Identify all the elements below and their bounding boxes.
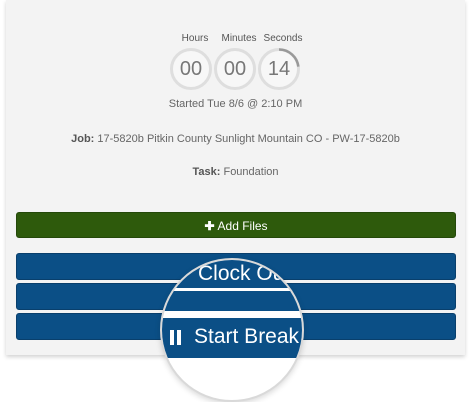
plus-icon: ✚ <box>204 219 215 233</box>
minutes-label: Minutes <box>221 33 257 44</box>
job-label: Job: <box>71 133 95 145</box>
magnified-divider <box>162 311 302 318</box>
magnified-clock-out-icon: ▪ <box>164 258 172 281</box>
magnifier-lens: ▪ Clock Ou Start Break <box>160 258 304 402</box>
magnified-middle-button[interactable] <box>162 291 302 311</box>
seconds-progress-arc <box>258 48 300 90</box>
job-line: Job: 17-5820b Pitkin County Sunlight Mou… <box>6 133 465 145</box>
started-time: Started Tue 8/6 @ 2:10 PM <box>168 98 303 110</box>
add-files-button[interactable]: ✚ Add Files <box>16 212 456 238</box>
task-label: Task: <box>192 166 221 178</box>
magnified-clock-out-button[interactable]: ▪ Clock Ou <box>162 260 302 288</box>
minutes-value: 00 <box>223 58 247 80</box>
task-value: Foundation <box>223 166 279 178</box>
hours-ring: 00 <box>170 48 212 90</box>
magnified-clock-out-label: Clock Ou <box>198 262 285 285</box>
add-files-label: Add Files <box>217 219 268 233</box>
timer-rings: 00 00 14 <box>6 48 465 94</box>
pause-icon <box>170 330 182 345</box>
seconds-ring: 14 <box>258 48 300 90</box>
hours-value: 00 <box>179 58 203 80</box>
magnified-start-break-label: Start Break <box>194 325 300 348</box>
job-value: 17-5820b Pitkin County Sunlight Mountain… <box>97 133 400 145</box>
magnified-start-break-button[interactable]: Start Break <box>162 318 302 358</box>
seconds-label: Seconds <box>263 33 303 44</box>
timer-labels: Hours Minutes Seconds <box>6 33 465 47</box>
hours-label: Hours <box>181 33 209 44</box>
task-line: Task: Foundation <box>6 166 465 178</box>
minutes-ring: 00 <box>214 48 256 90</box>
